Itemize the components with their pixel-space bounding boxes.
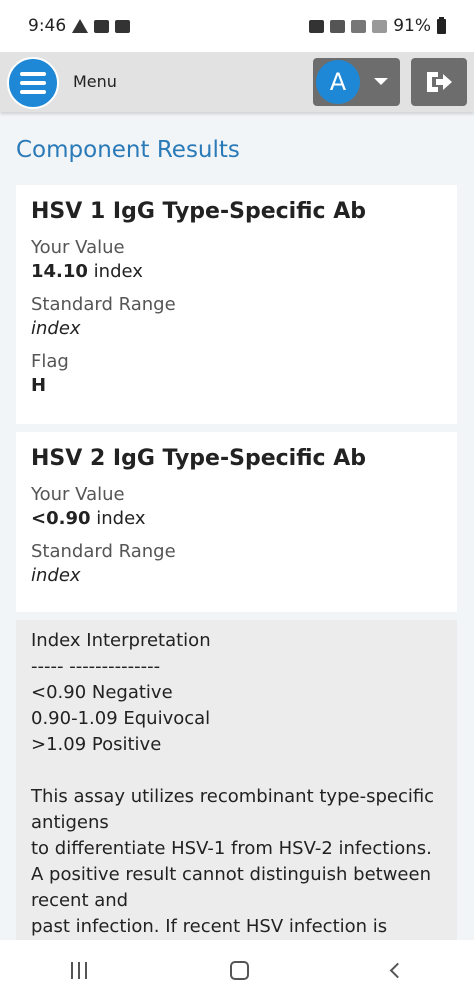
alert-icon [72, 19, 89, 33]
battery-icon [437, 16, 446, 34]
menu-button[interactable] [7, 57, 59, 109]
app-header: Menu A [0, 52, 474, 112]
flag: H [31, 375, 47, 396]
mute-icon [330, 19, 346, 33]
flag-value: H [31, 373, 442, 398]
status-time: 9:46 [28, 16, 67, 36]
component-name: HSV 2 IgG Type-Specific Ab [31, 446, 366, 471]
recent-bar [85, 961, 88, 979]
range-value: index [31, 318, 81, 339]
your-value-label: Your Value [31, 237, 125, 258]
recent-bar [78, 961, 81, 979]
wifi-icon [351, 19, 367, 33]
component-name: HSV 1 IgG Type-Specific Ab [31, 199, 366, 224]
page-title: Component Results [16, 137, 240, 163]
logout-button[interactable] [411, 58, 467, 106]
back-button[interactable] [389, 962, 405, 978]
your-value: 14.10 index [31, 259, 442, 284]
account-dropdown-button[interactable]: A [313, 58, 400, 106]
recent-apps-icon [71, 961, 74, 979]
your-value-label: Your Value [31, 484, 125, 505]
hamburger-line [20, 90, 46, 94]
avatar: A [316, 60, 360, 104]
nfc-icon [309, 19, 325, 33]
flag-label: Flag [31, 351, 69, 372]
signal-icon [372, 19, 388, 33]
status-bar: 9:46 91% [0, 0, 474, 52]
logout-icon [427, 72, 452, 92]
standard-range: index [31, 563, 442, 588]
comment-text: Index Interpretation ----- -------------… [31, 630, 435, 937]
value-number: <0.90 [31, 508, 91, 529]
component-card: HSV 1 IgG Type-Specific Ab Your Value 14… [16, 185, 457, 424]
range-value: index [31, 565, 81, 586]
menu-label[interactable]: Menu [73, 72, 117, 91]
hamburger-icon [20, 72, 46, 76]
component-card: HSV 2 IgG Type-Specific Ab Your Value <0… [16, 432, 457, 612]
value-number: 14.10 [31, 261, 88, 282]
battery-percent: 91% [393, 16, 431, 36]
caret-down-icon [374, 78, 388, 85]
gallery-icon [94, 19, 110, 33]
recent-apps-button[interactable] [71, 961, 88, 979]
your-value: <0.90 index [31, 506, 442, 531]
standard-range-label: Standard Range [31, 541, 176, 562]
standard-range: index [31, 316, 442, 341]
system-nav-bar [0, 940, 474, 1000]
hamburger-line [20, 81, 46, 85]
standard-range-label: Standard Range [31, 294, 176, 315]
value-unit: index [96, 508, 146, 529]
result-comment: Index Interpretation ----- -------------… [16, 620, 457, 940]
gallery-icon-2 [115, 19, 131, 33]
home-button[interactable] [229, 960, 249, 980]
value-unit: index [93, 261, 143, 282]
